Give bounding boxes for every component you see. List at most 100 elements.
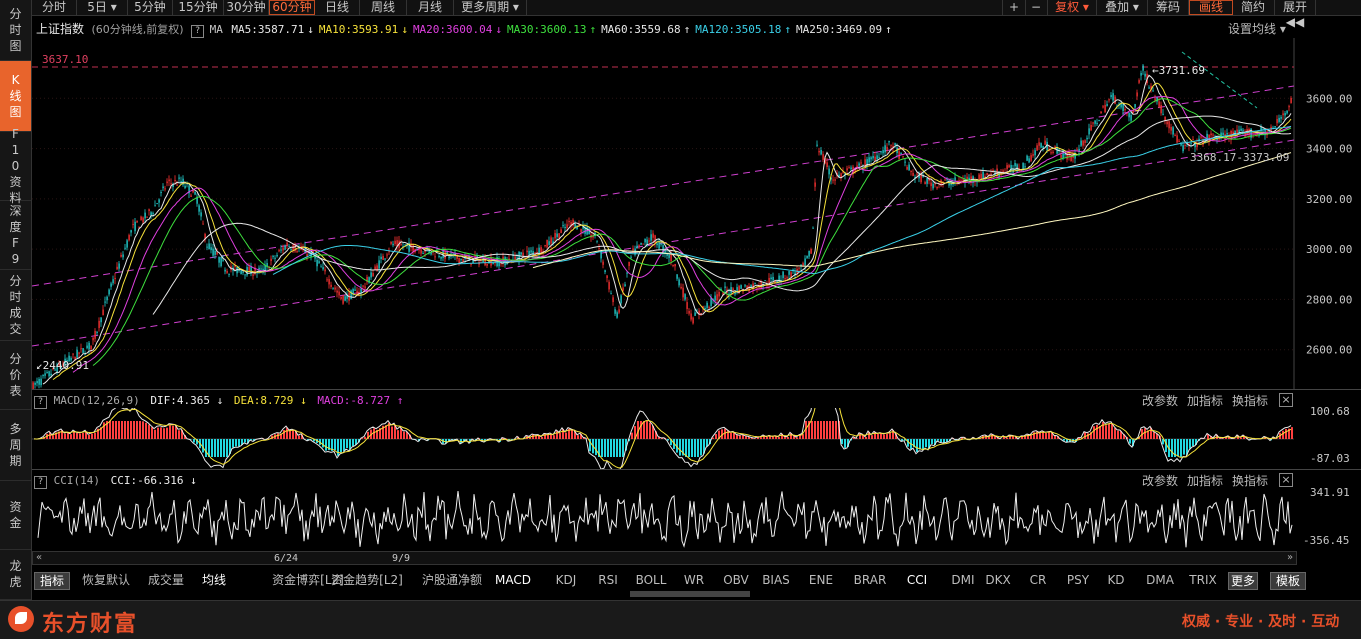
candle-body bbox=[788, 271, 789, 275]
candle-body bbox=[568, 221, 569, 222]
indicator-tab[interactable]: CR bbox=[1025, 572, 1051, 588]
candle-body bbox=[550, 237, 551, 243]
macd-bar bbox=[166, 428, 168, 439]
candle-body bbox=[292, 245, 293, 250]
period-15min[interactable]: 15分钟 bbox=[173, 0, 224, 15]
candle-body bbox=[106, 297, 107, 300]
cci-add-indicator-button[interactable]: 加指标 bbox=[1187, 472, 1223, 489]
cci-chart[interactable] bbox=[32, 488, 1297, 550]
macd-edit-params-button[interactable]: 改参数 bbox=[1142, 392, 1178, 409]
macd-bar bbox=[154, 430, 156, 439]
candle-body bbox=[1038, 142, 1039, 145]
candle-body bbox=[1050, 152, 1051, 153]
indicator-tab[interactable]: 更多 bbox=[1228, 572, 1258, 590]
draw-line-button[interactable]: 画线 bbox=[1189, 0, 1233, 15]
chips-button[interactable]: 筹码 bbox=[1148, 0, 1189, 15]
sidebar-item-depth[interactable]: 深度F9 bbox=[0, 201, 31, 270]
time-scrollbar[interactable]: « » bbox=[32, 551, 1297, 565]
period-5day[interactable]: 5日 ▾ bbox=[77, 0, 128, 15]
candle-body bbox=[1132, 111, 1133, 113]
sidebar-item-intraday[interactable]: 分时图 bbox=[0, 0, 31, 61]
candle-body bbox=[184, 186, 185, 188]
help-icon[interactable]: ? bbox=[191, 25, 204, 38]
period-60min[interactable]: 60分钟 bbox=[269, 0, 315, 15]
period-5min[interactable]: 5分钟 bbox=[128, 0, 173, 15]
indicator-tab[interactable]: WR bbox=[679, 572, 709, 588]
indicator-tab[interactable]: DMA bbox=[1143, 572, 1177, 588]
candle-body bbox=[158, 199, 159, 202]
indicator-tab[interactable]: DKX bbox=[982, 572, 1014, 588]
main-chart-header: 上证指数 (60分钟线,前复权) ? MA MA5:3587.71↓MA10:3… bbox=[36, 21, 892, 37]
macd-switch-indicator-button[interactable]: 换指标 bbox=[1232, 392, 1268, 409]
expand-button[interactable]: 展开 ◀◀ bbox=[1275, 0, 1316, 15]
indicator-tab[interactable]: ENE bbox=[804, 572, 838, 588]
sidebar-item-kline[interactable]: K线图 bbox=[0, 61, 31, 132]
cci-switch-indicator-button[interactable]: 换指标 bbox=[1232, 472, 1268, 489]
high-price-label: ←3731.69 bbox=[1152, 64, 1205, 77]
indicator-tab[interactable]: BRAR bbox=[850, 572, 890, 588]
indicator-tab[interactable]: KDJ bbox=[549, 572, 583, 588]
period-monthly[interactable]: 月线 bbox=[407, 0, 454, 15]
zoom-out-button[interactable]: − bbox=[1025, 0, 1048, 15]
simple-mode-button[interactable]: 简约 bbox=[1232, 0, 1275, 15]
candlestick-chart[interactable]: 3600.003400.003200.003000.002800.002600.… bbox=[32, 38, 1361, 390]
candle-body bbox=[1082, 141, 1083, 146]
indicator-tab[interactable]: RSI bbox=[593, 572, 623, 588]
candle-body bbox=[342, 295, 343, 303]
candle-body bbox=[526, 251, 527, 253]
indicator-tab[interactable]: 恢复默认 bbox=[77, 572, 135, 588]
sidebar-item-dragon-tiger[interactable]: 龙虎 bbox=[0, 550, 31, 600]
fuquan-dropdown[interactable]: 复权 ▾ bbox=[1048, 0, 1097, 15]
candle-body bbox=[930, 183, 931, 187]
sidebar-item-f10[interactable]: F10资料 bbox=[0, 132, 31, 201]
macd-bar bbox=[172, 426, 174, 439]
indicator-tab[interactable]: 资金趋势[L2] bbox=[329, 572, 405, 588]
sidebar-item-funds[interactable]: 资金 bbox=[0, 481, 31, 550]
indicator-tab[interactable]: 模板 bbox=[1270, 572, 1306, 590]
indicator-tab[interactable]: CCI bbox=[902, 572, 932, 588]
period-more[interactable]: 更多周期 ▾ bbox=[454, 0, 527, 15]
macd-bar bbox=[595, 439, 597, 455]
macd-bar bbox=[1039, 433, 1041, 439]
macd-add-indicator-button[interactable]: 加指标 bbox=[1187, 392, 1223, 409]
panel-resize-handle[interactable] bbox=[630, 591, 750, 597]
macd-bar bbox=[778, 437, 780, 439]
indicator-tab[interactable]: OBV bbox=[718, 572, 754, 588]
candle-body bbox=[924, 182, 925, 184]
scroll-right-icon[interactable]: » bbox=[1285, 552, 1295, 564]
zoom-in-button[interactable]: + bbox=[1002, 0, 1026, 15]
period-intraday[interactable]: 分时 bbox=[32, 0, 77, 15]
macd-close-icon[interactable]: × bbox=[1279, 393, 1293, 407]
cci-edit-params-button[interactable]: 改参数 bbox=[1142, 472, 1178, 489]
period-weekly[interactable]: 周线 bbox=[360, 0, 407, 15]
set-ma-button[interactable]: 设置均线 ▾ bbox=[1228, 21, 1286, 37]
ma30-line bbox=[93, 99, 1291, 366]
candle-body bbox=[1226, 133, 1227, 135]
overlay-dropdown[interactable]: 叠加 ▾ bbox=[1097, 0, 1148, 15]
macd-chart[interactable] bbox=[32, 408, 1297, 470]
macd-bar bbox=[817, 421, 819, 439]
indicator-tab[interactable]: DMI bbox=[947, 572, 979, 588]
candle-body bbox=[1160, 105, 1161, 113]
indicator-tab[interactable]: 沪股通净额 bbox=[417, 572, 487, 588]
period-30min[interactable]: 30分钟 bbox=[224, 0, 269, 15]
sidebar-item-multi-period[interactable]: 多周期 bbox=[0, 410, 31, 481]
indicator-tab[interactable]: 均线 bbox=[200, 572, 228, 588]
candle-body bbox=[1182, 145, 1183, 151]
scroll-left-icon[interactable]: « bbox=[34, 552, 44, 564]
period-daily[interactable]: 日线 bbox=[315, 0, 360, 15]
candle-body bbox=[392, 244, 393, 245]
cci-close-icon[interactable]: × bbox=[1279, 473, 1293, 487]
sidebar-item-price-table[interactable]: 分价表 bbox=[0, 341, 31, 410]
indicator-tab[interactable]: BIAS bbox=[759, 572, 793, 588]
indicator-tab[interactable]: 指标 bbox=[34, 572, 70, 590]
sidebar-item-tick-trades[interactable]: 分时成交 bbox=[0, 270, 31, 341]
indicator-tab[interactable]: BOLL bbox=[633, 572, 669, 588]
panel-divider bbox=[32, 469, 1361, 470]
indicator-tab[interactable]: 成交量 bbox=[144, 572, 188, 588]
indicator-tab[interactable]: PSY bbox=[1062, 572, 1094, 588]
indicator-tab[interactable]: KD bbox=[1103, 572, 1129, 588]
indicator-tab[interactable]: TRIX bbox=[1184, 572, 1222, 588]
candle-body bbox=[340, 297, 341, 299]
indicator-tab[interactable]: MACD bbox=[494, 572, 532, 588]
